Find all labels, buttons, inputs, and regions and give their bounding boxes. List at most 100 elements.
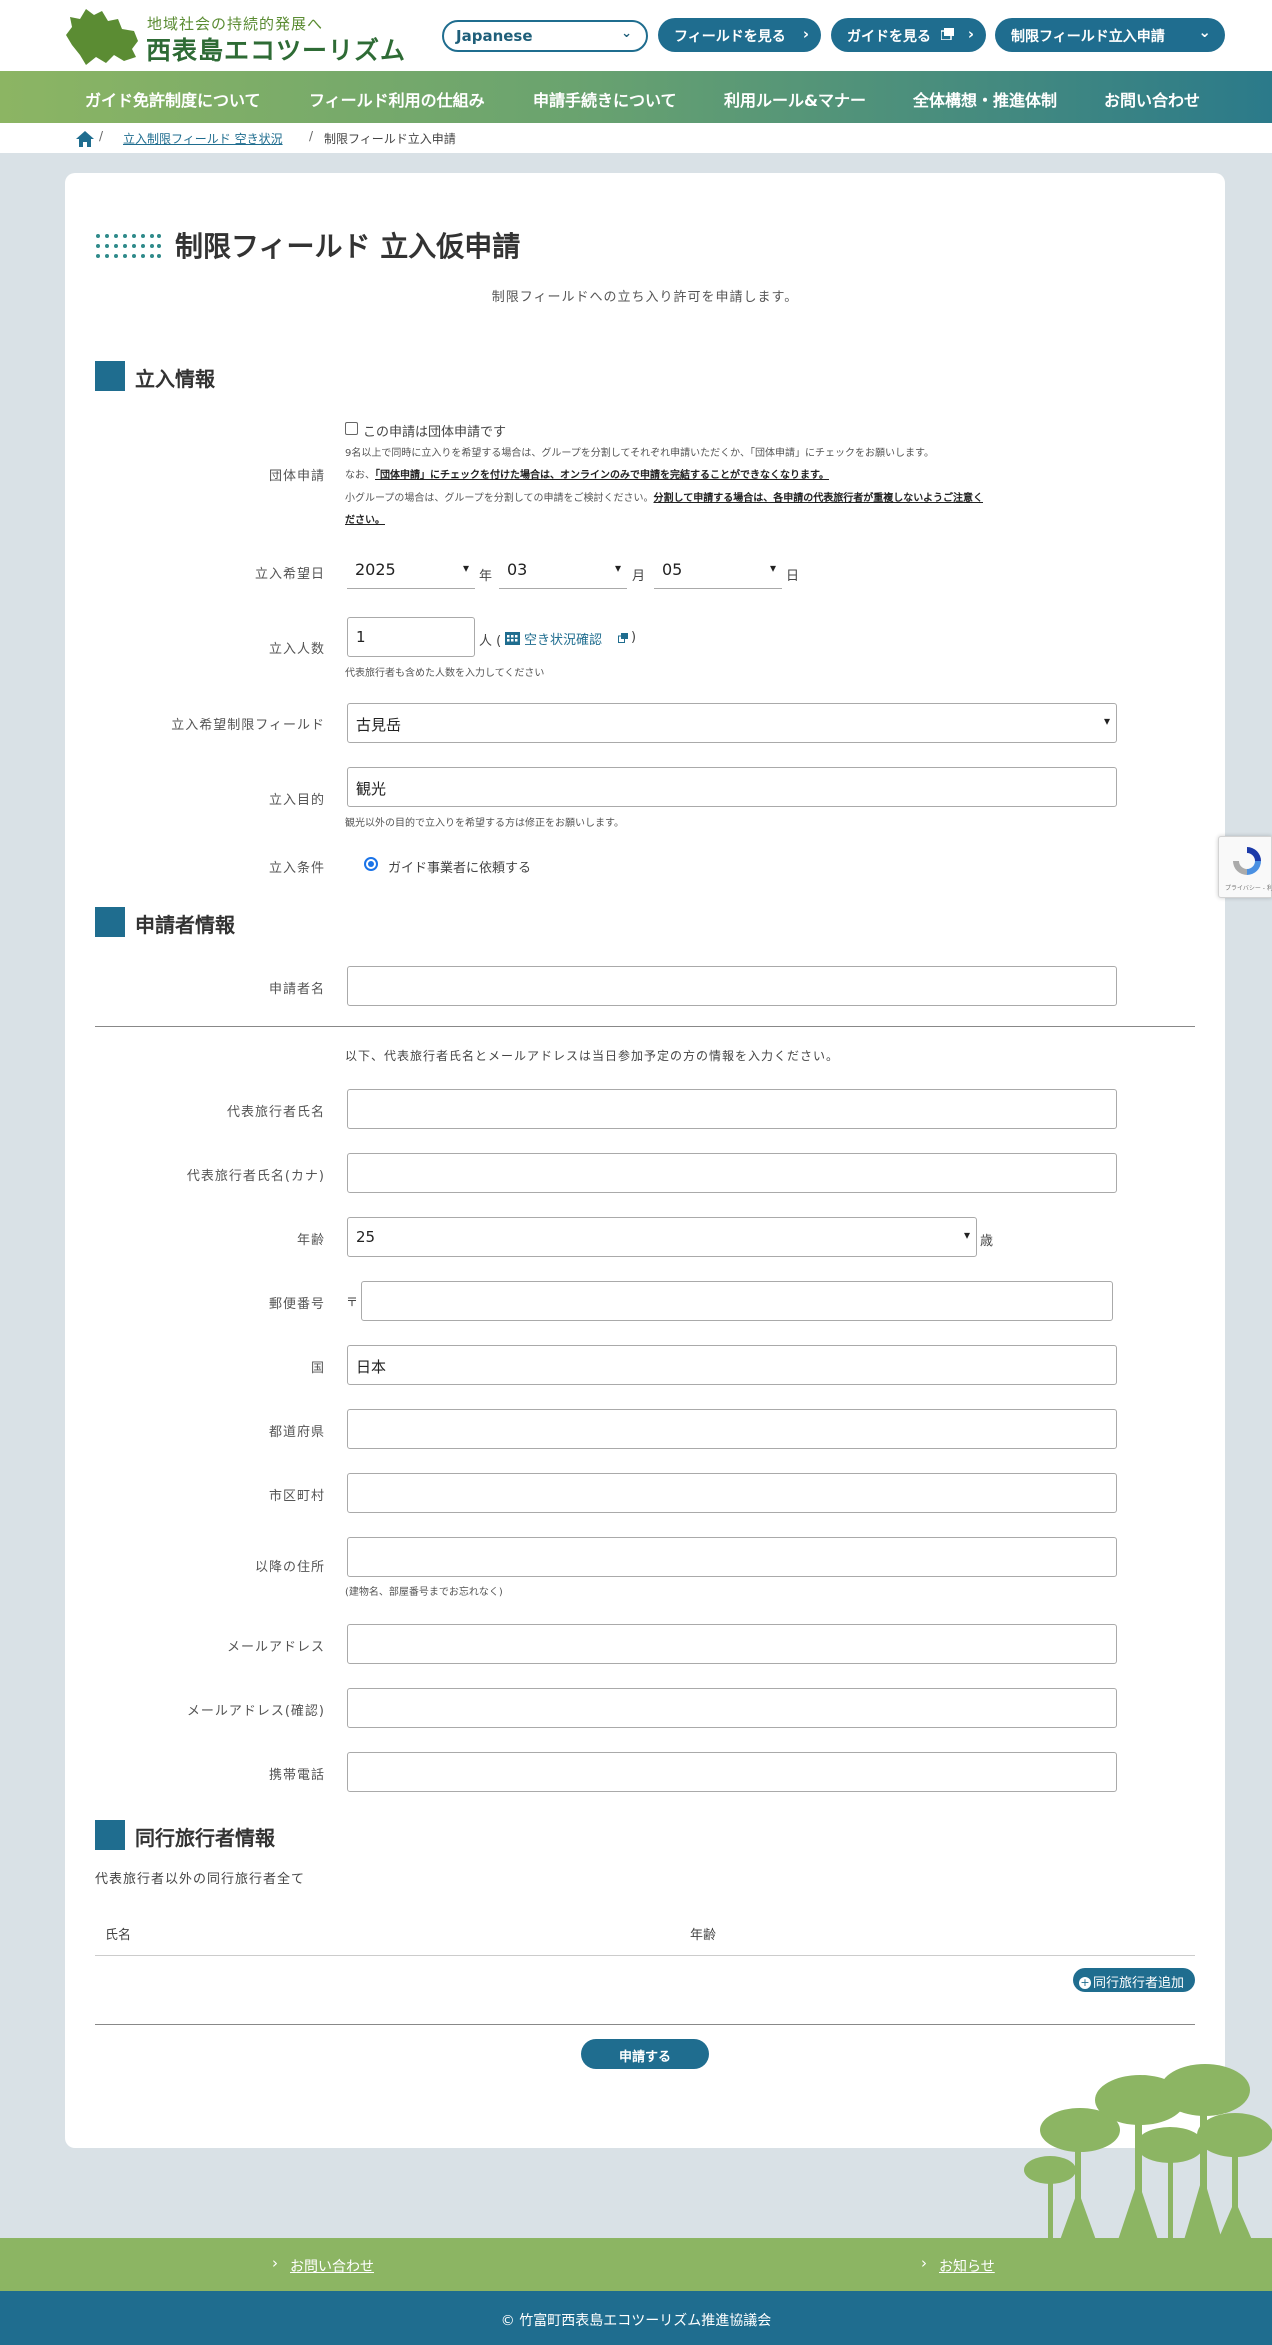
year-value: 2025 [355,560,396,579]
submit-button[interactable]: 申請する [581,2039,709,2069]
day-select[interactable]: 05 ▾ [654,551,782,589]
section-entry-title: 立入情報 [135,367,215,391]
group-note-3-cont: ださい。 [345,511,385,526]
applicant-name-label: 申請者名 [268,982,325,997]
add-companion-label: 同行旅行者追加 [1093,1976,1185,1991]
purpose-note: 観光以外の目的で立入りを希望する方は修正をお願いします。 [345,818,624,829]
section-marker [95,907,125,937]
email-confirm-input[interactable] [347,1688,1117,1728]
breadcrumb-current: 制限フィールド立入申請 [324,132,456,146]
view-field-label: フィールドを見る [674,29,786,45]
rep-name-input[interactable] [347,1089,1117,1129]
condition-radio[interactable] [364,857,378,871]
group-checkbox[interactable] [345,422,358,435]
chevron-down-icon: ▾ [963,1228,970,1242]
month-value: 03 [507,560,528,579]
nav-item-overview[interactable]: 全体構想・推進体制 [913,87,1057,111]
group-label: 団体申請 [268,469,325,484]
top-header: 地域社会の持続的発展へ 西表島エコツーリズム Japanese ⌄ フィールドを… [0,0,1272,71]
field-label: 立入希望制限フィールド [171,718,325,733]
chevron-right-icon: › [921,2254,927,2272]
main-nav: ガイド免許制度について フィールド利用の仕組み 申請手続きについて 利用ルール&… [0,71,1272,123]
language-select[interactable]: Japanese ⌄ [442,20,648,52]
year-select[interactable]: 2025 ▾ [347,551,475,589]
site-logo[interactable]: 地域社会の持続的発展へ 西表島エコツーリズム [62,5,405,67]
email-confirm-label: メールアドレス(確認) [186,1704,325,1719]
condition-option: ガイド事業者に依頼する [388,861,532,876]
nav-item-contact[interactable]: お問い合わせ [1104,87,1200,111]
group-note-2: なお、「団体申請」にチェックを付けた場合は、オンラインのみで申請を完結することが… [345,466,829,481]
recaptcha-badge[interactable]: プライバシー - 利用規約 [1218,836,1272,898]
day-unit: 日 [786,569,800,584]
external-window-icon [941,28,954,40]
chevron-right-icon: › [802,25,809,43]
address-input[interactable] [347,1537,1117,1577]
view-guide-button[interactable]: ガイドを見る › [831,18,986,52]
prefecture-input[interactable] [347,1409,1117,1449]
age-unit: 歳 [980,1234,994,1249]
home-icon[interactable] [76,131,94,147]
page-title: 制限フィールド 立入仮申請 [175,230,521,263]
chevron-down-icon: ▾ [1103,714,1110,728]
address-note: (建物名、部屋番号までお忘れなく) [345,1587,503,1598]
page-description: 制限フィールドへの立ち入り許可を申請します。 [491,290,799,305]
age-label: 年齢 [296,1233,325,1248]
table-divider [95,1955,1195,1956]
chevron-down-icon: ▾ [769,561,776,575]
rep-kana-input[interactable] [347,1153,1117,1193]
purpose-label: 立入目的 [268,793,325,808]
chevron-right-icon: › [967,25,974,43]
restricted-field-apply-label: 制限フィールド立入申請 [1011,29,1165,45]
group-note-3-underlined-cont: ださい。 [345,515,385,526]
restricted-field-apply-button[interactable]: 制限フィールド立入申請 ⌄ [995,18,1225,52]
nav-item-rules[interactable]: 利用ルール&マナー [724,87,866,111]
address-label: 以降の住所 [254,1560,325,1575]
divider [95,1026,1195,1027]
postal-code-input[interactable] [361,1281,1113,1321]
rep-kana-label: 代表旅行者氏名(カナ) [186,1169,325,1184]
field-select[interactable]: 古見岳 ▾ [347,703,1117,743]
view-guide-label: ガイドを見る [847,29,931,45]
footer-contact-link[interactable]: お問い合わせ [290,2256,374,2276]
plus-icon: + [1079,1976,1091,1989]
add-companion-button[interactable]: + 同行旅行者追加 [1073,1968,1195,1992]
phone-input[interactable] [347,1752,1117,1792]
email-label: メールアドレス [226,1640,325,1655]
condition-label: 立入条件 [268,861,325,876]
footer-news-link[interactable]: お知らせ [939,2256,995,2276]
chevron-down-icon: ▾ [462,561,469,575]
recaptcha-text: プライバシー - 利用規約 [1225,885,1272,892]
nav-item-field-usage[interactable]: フィールド利用の仕組み [309,87,485,111]
country-label: 国 [310,1361,325,1376]
logo-title: 西表島エコツーリズム [146,36,407,65]
language-value: Japanese [456,27,533,45]
chevron-right-icon: › [272,2254,278,2272]
view-field-button[interactable]: フィールドを見る › [658,18,821,52]
month-select[interactable]: 03 ▾ [499,551,627,589]
postal-mark: 〒 [346,1295,359,1309]
application-form-card: 制限フィールド 立入仮申請 制限フィールドへの立ち入り許可を申請します。 立入情… [65,173,1225,2148]
nav-item-guide-license[interactable]: ガイド免許制度について [85,87,261,111]
availability-link[interactable]: 空き状況確認 [524,629,602,648]
group-note-2-underlined: 「団体申請」にチェックを付けた場合は、オンラインのみで申請を完結することができな… [375,470,829,481]
breadcrumb-separator: / [309,129,314,143]
breadcrumb-availability[interactable]: 立入制限フィールド 空き状況 [123,130,283,147]
breadcrumb-separator: / [99,129,104,143]
city-input[interactable] [347,1473,1117,1513]
chevron-down-icon: ⌄ [621,26,632,41]
people-label: 立入人数 [268,642,325,657]
nav-item-application[interactable]: 申請手続きについて [533,87,677,111]
prefecture-label: 都道府県 [268,1425,325,1440]
people-count-input[interactable]: 1 [347,617,475,657]
country-input[interactable]: 日本 [347,1345,1117,1385]
purpose-input[interactable]: 観光 [347,767,1117,807]
group-note-3: 小グループの場合は、グループを分割しての申請をご検討ください。分割して申請する場… [345,489,983,504]
email-input[interactable] [347,1624,1117,1664]
section-applicant-title: 申請者情報 [135,913,235,937]
postal-label: 郵便番号 [268,1297,325,1312]
age-select[interactable]: 25 ▾ [347,1217,977,1257]
footer-copyright-bar: © 竹富町西表島エコツーリズム推進協議会 [0,2291,1272,2345]
year-unit: 年 [479,569,493,584]
applicant-name-input[interactable] [347,966,1117,1006]
representative-note: 以下、代表旅行者氏名とメールアドレスは当日参加予定の方の情報を入力ください。 [345,1049,840,1063]
